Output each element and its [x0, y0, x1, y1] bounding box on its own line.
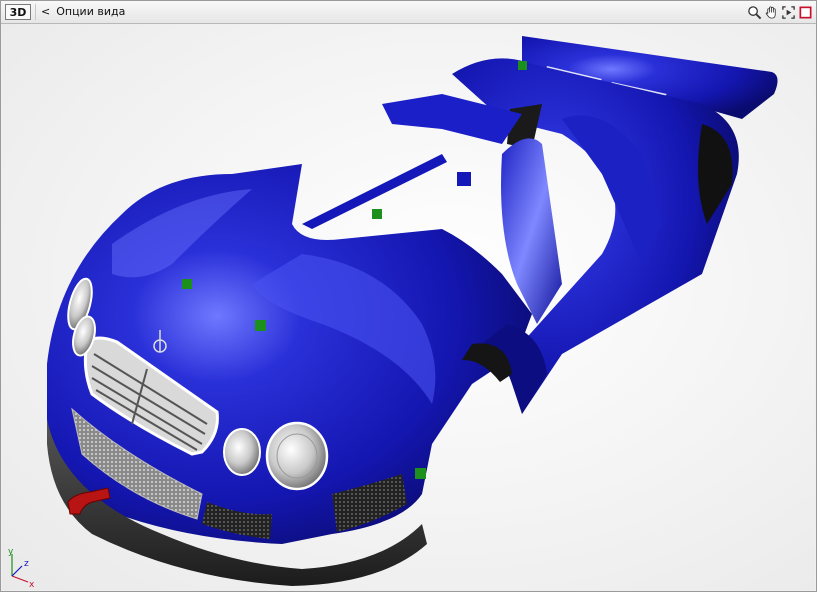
- pan-hand-icon: [765, 5, 776, 19]
- zoom-icon: [747, 5, 761, 19]
- marker-rear[interactable]: [518, 61, 527, 70]
- tool-buttons: [746, 3, 813, 21]
- blue-handle[interactable]: [457, 172, 471, 186]
- axis-z-label: z: [24, 559, 29, 569]
- view-options-menu[interactable]: < Опции вида: [35, 4, 125, 20]
- axis-y-label: y: [8, 547, 14, 557]
- axis-gizmo: y z x: [8, 547, 35, 590]
- maximize-icon: [799, 6, 811, 18]
- fit-view-icon: [781, 5, 795, 19]
- fit-view-button[interactable]: [780, 3, 796, 21]
- marker-hood-left[interactable]: [182, 279, 192, 289]
- chevron-left-icon[interactable]: <: [41, 5, 50, 18]
- view-options-label: Опции вида: [56, 5, 126, 18]
- zoom-button[interactable]: [746, 3, 762, 21]
- marker-windshield[interactable]: [372, 209, 382, 219]
- maximize-button[interactable]: [797, 3, 813, 21]
- mode-3d-button[interactable]: 3D: [5, 4, 31, 20]
- viewer-window: 3D < Опции вида y z x: [0, 0, 817, 592]
- pan-button[interactable]: [763, 3, 779, 21]
- axis-x-label: x: [29, 580, 35, 590]
- marker-hood-center[interactable]: [255, 320, 266, 331]
- marker-fender[interactable]: [415, 468, 426, 479]
- viewer-toolbar: 3D < Опции вида: [1, 1, 816, 24]
- 3d-viewport[interactable]: y z x: [2, 24, 815, 590]
- car-model[interactable]: y z x: [2, 24, 815, 590]
